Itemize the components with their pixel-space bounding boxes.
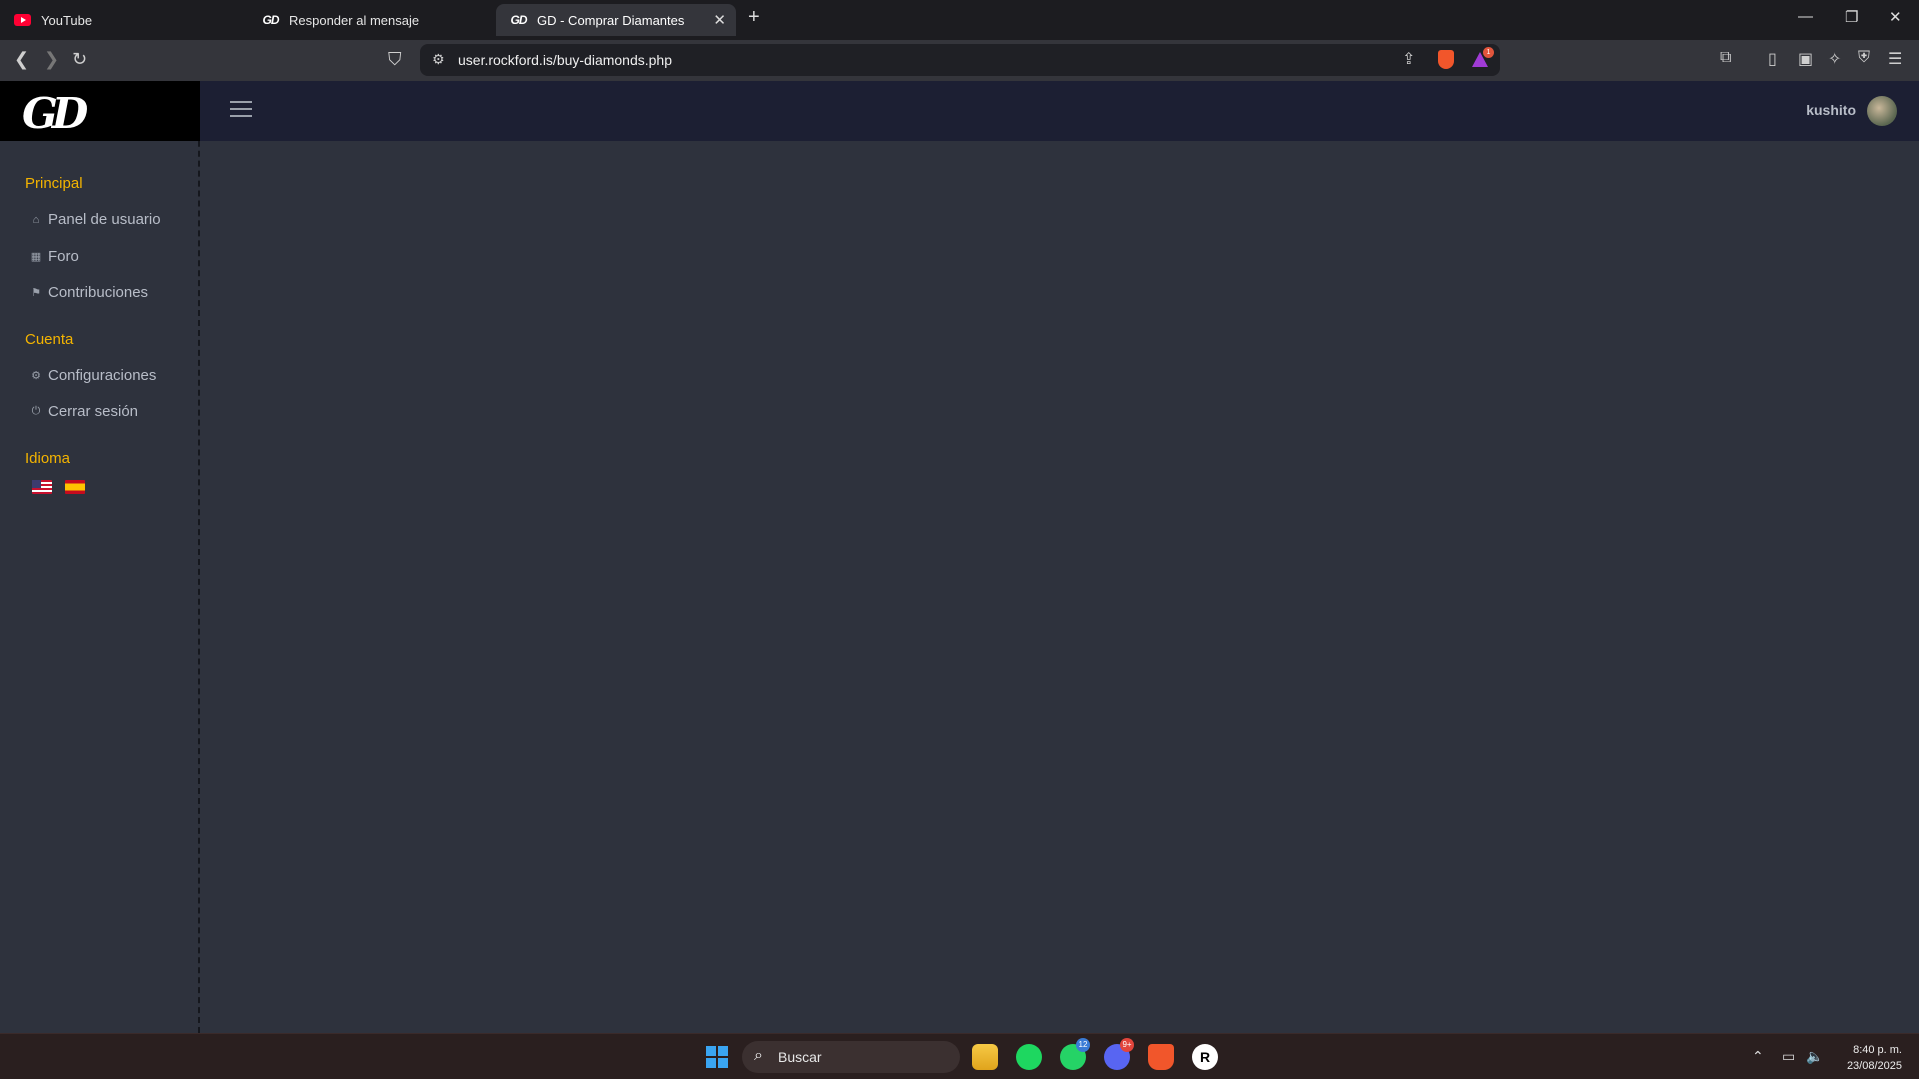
tab-label: YouTube	[41, 12, 93, 28]
leo-ai-icon[interactable]: ✧	[1828, 49, 1841, 69]
clock[interactable]: 8:40 p. m. 23/08/2025	[1847, 1042, 1902, 1074]
roblox-icon[interactable]: R	[1192, 1044, 1218, 1070]
top-navbar: kushito	[200, 81, 1919, 141]
browser-toolbar: ❮ ❯ ↻ ⛉ ⚙ user.rockford.is/buy-diamonds.…	[0, 40, 1919, 81]
tab-label: Responder al mensaje	[289, 12, 420, 28]
contributions-icon: ⚑	[31, 287, 41, 299]
sidebar-toggle-icon[interactable]: ▯	[1768, 49, 1777, 69]
table-icon: ▦	[30, 251, 42, 263]
bookmark-icon[interactable]: ⛉	[388, 49, 402, 70]
sidebar-item-cerrar-sesion[interactable]: ⏻ Cerrar sesión	[30, 403, 138, 420]
tab-responder[interactable]: GD Responder al mensaje	[248, 4, 494, 36]
search-label: Buscar	[778, 1049, 822, 1065]
clock-time: 8:40 p. m.	[1853, 1044, 1902, 1056]
network-icon[interactable]: ▭	[1782, 1048, 1795, 1065]
new-tab-button[interactable]: +	[748, 6, 760, 29]
section-title-cuenta: Cuenta	[25, 331, 74, 348]
sidebar-item-label: Foro	[48, 248, 79, 265]
clock-date: 23/08/2025	[1846, 1060, 1902, 1072]
sidebar-item-label: Configuraciones	[48, 367, 157, 384]
file-explorer-icon[interactable]	[972, 1044, 998, 1070]
window-close-icon[interactable]: ✕	[1889, 8, 1902, 26]
home-icon: ⌂	[32, 213, 40, 226]
gd-icon: GD	[262, 13, 280, 27]
taskbar-search[interactable]: ⌕ Buscar	[742, 1041, 960, 1073]
us-flag-icon[interactable]	[32, 480, 52, 494]
youtube-icon	[14, 14, 31, 26]
es-flag-icon[interactable]	[65, 480, 85, 494]
power-icon: ⏻	[31, 405, 41, 417]
sidebar-item-contribuciones[interactable]: ⚑ Contribuciones	[30, 284, 148, 301]
whatsapp-badge: 12	[1076, 1038, 1090, 1052]
gd-icon: GD	[510, 13, 528, 27]
address-bar[interactable]: ⚙ user.rockford.is/buy-diamonds.php ⇪ 1	[420, 44, 1500, 76]
hamburger-menu-icon[interactable]	[230, 101, 252, 122]
sidebar-item-configuraciones[interactable]: ⚙ Configuraciones	[30, 367, 156, 384]
search-icon: ⌕	[754, 1047, 763, 1064]
sidebar: GD Principal ⌂ Panel de usuario ▦ Foro ⚑…	[0, 81, 200, 1033]
main-content	[200, 141, 1919, 1033]
share-icon[interactable]: ⇪	[1402, 49, 1415, 69]
menu-icon[interactable]: ☰	[1888, 49, 1902, 69]
sidebar-item-foro[interactable]: ▦ Foro	[30, 248, 79, 265]
back-icon[interactable]: ❮	[14, 49, 29, 70]
logo-area[interactable]: GD	[0, 81, 200, 141]
tab-youtube[interactable]: YouTube	[0, 4, 246, 36]
forward-icon[interactable]: ❯	[44, 49, 59, 70]
brave-shields-icon[interactable]	[1438, 50, 1454, 69]
sidebar-item-panel-de-usuario[interactable]: ⌂ Panel de usuario	[30, 211, 161, 228]
vpn-shield-icon[interactable]: ⛨	[1858, 49, 1870, 67]
avatar[interactable]	[1867, 96, 1897, 126]
sidebar-item-label: Cerrar sesión	[48, 403, 139, 420]
tab-close-icon[interactable]: ✕	[713, 11, 726, 29]
restore-icon[interactable]: ❐	[1845, 8, 1858, 26]
gd-logo[interactable]: GD	[22, 89, 88, 138]
gear-icon: ⚙	[31, 370, 41, 382]
rewards-badge: 1	[1483, 47, 1494, 58]
volume-icon[interactable]: 🔈	[1806, 1048, 1823, 1065]
tab-search-icon[interactable]: ⧉	[1720, 49, 1731, 67]
sidebar-item-label: Panel de usuario	[48, 211, 161, 228]
username[interactable]: kushito	[1806, 102, 1856, 118]
wallet-icon[interactable]: ▣	[1798, 49, 1813, 69]
tab-label: GD - Comprar Diamantes	[537, 12, 685, 28]
windows-start-icon[interactable]	[706, 1046, 728, 1068]
url-text[interactable]: user.rockford.is/buy-diamonds.php	[458, 52, 672, 68]
browser-tab-bar: YouTube GD Responder al mensaje GD GD - …	[0, 0, 1919, 40]
brave-icon[interactable]	[1148, 1044, 1174, 1070]
minimize-icon[interactable]: —	[1798, 8, 1813, 25]
tab-comprar-diamantes[interactable]: GD GD - Comprar Diamantes ✕	[496, 4, 736, 36]
spotify-icon[interactable]	[1016, 1044, 1042, 1070]
section-title-idioma: Idioma	[25, 450, 71, 467]
site-settings-icon[interactable]: ⚙	[432, 51, 445, 68]
discord-badge: 9+	[1120, 1038, 1134, 1052]
section-title-principal: Principal	[25, 175, 83, 192]
taskbar: ⌕ Buscar 12 9+ R ⌃ ▭ 🔈 8:40 p. m. 23/08/…	[0, 1033, 1919, 1079]
tray-expand-icon[interactable]: ⌃	[1752, 1048, 1764, 1065]
reload-icon[interactable]: ↻	[72, 49, 87, 70]
sidebar-item-label: Contribuciones	[48, 284, 149, 301]
